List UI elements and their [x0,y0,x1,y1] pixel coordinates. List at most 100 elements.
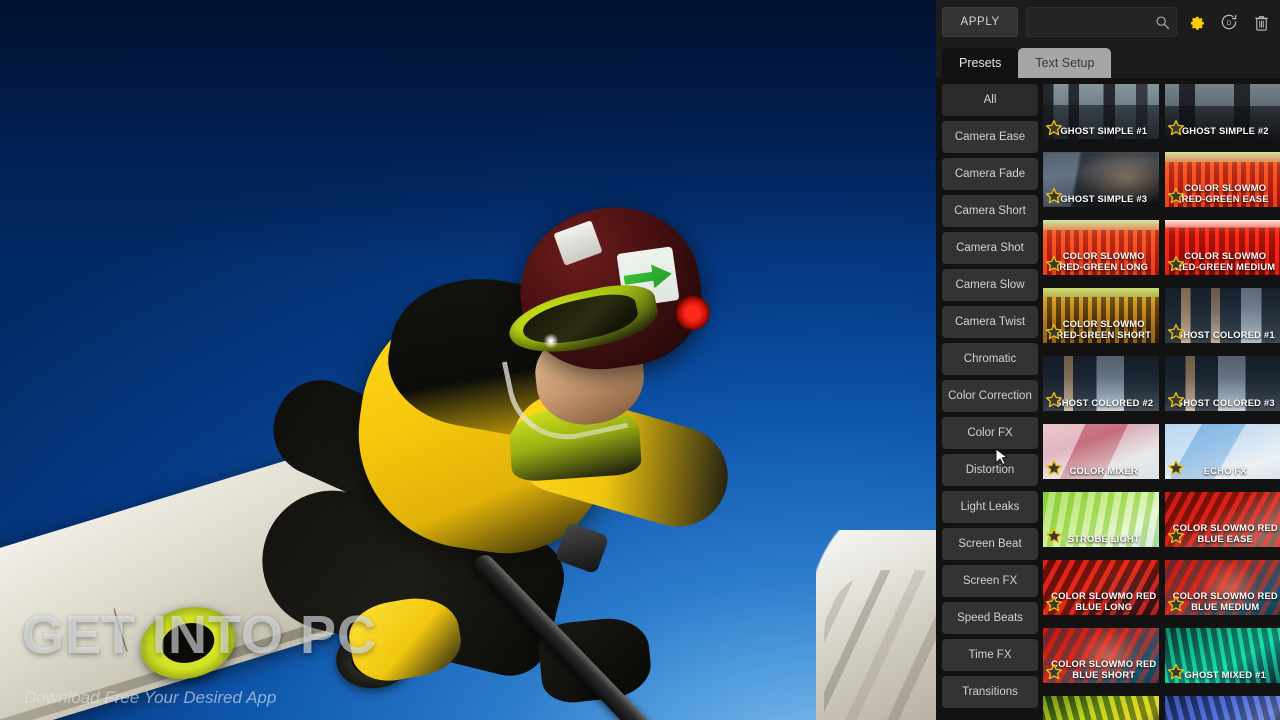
preset-thumbnail[interactable]: GHOST COLORED #1 [1164,288,1280,343]
category-label: Camera Slow [955,279,1025,291]
apply-button[interactable]: APPLY [942,7,1019,37]
favorite-star-icon[interactable] [1045,663,1063,681]
reset-default-icon[interactable]: D [1216,9,1241,35]
preset-label: GHOST COLORED #1 [1175,328,1275,340]
favorite-star-icon[interactable] [1167,595,1185,613]
preset-thumbnail[interactable] [1043,696,1159,720]
favorite-star-icon[interactable] [1045,255,1063,273]
favorite-star-icon[interactable] [1167,391,1185,409]
category-label: Color FX [967,427,1013,439]
favorite-star-icon[interactable] [1167,187,1185,205]
category-label: Light Leaks [960,501,1020,513]
preset-label: COLOR SLOWMO RED BLUE EASE [1172,522,1278,544]
search-field-wrapper[interactable] [1026,7,1177,37]
category-label: Transitions [962,686,1018,698]
preset-label: COLOR SLOWMO RED-GREEN EASE [1181,182,1269,204]
preset-thumbnail[interactable]: ECHO FX [1164,424,1280,479]
preset-thumbnail[interactable]: GHOST SIMPLE #2 [1164,84,1280,139]
category-label: All [983,94,997,106]
search-icon [1156,16,1169,30]
favorite-star-icon[interactable] [1045,187,1063,205]
preset-thumbnail[interactable]: COLOR SLOWMO RED BLUE SHORT [1043,628,1159,683]
tab-presets[interactable]: Presets [942,48,1019,78]
category-item-chromatic[interactable]: Chromatic [942,343,1038,375]
category-label: Time FX [968,649,1012,661]
category-item-screen-fx[interactable]: Screen FX [942,565,1038,597]
category-label: Chromatic [963,353,1017,365]
preset-thumbnail[interactable]: GHOST MIXED #1 [1164,628,1280,683]
preset-label: COLOR SLOWMO RED-GREEN LONG [1059,250,1149,272]
favorite-star-icon[interactable] [1167,255,1185,273]
favorite-star-icon[interactable] [1045,391,1063,409]
category-item-color-fx[interactable]: Color FX [942,417,1038,449]
favorite-star-icon[interactable] [1045,527,1063,545]
search-input[interactable] [1027,8,1176,36]
favorite-star-icon[interactable] [1045,119,1063,137]
preset-thumbnail[interactable]: COLOR SLOWMO RED BLUE LONG [1043,560,1159,615]
category-item-time-fx[interactable]: Time FX [942,639,1038,671]
category-item-camera-slow[interactable]: Camera Slow [942,269,1038,301]
preset-thumbnail[interactable]: GHOST SIMPLE #3 [1043,152,1159,207]
preset-thumbnail[interactable]: COLOR SLOWMO RED BLUE MEDIUM [1164,560,1280,615]
mouse-cursor [995,448,1009,466]
favorite-star-icon[interactable] [1167,323,1185,341]
preset-grid: GHOST SIMPLE #1 GHOST SIMPLE #2 GHOST SIMP… [1043,78,1280,720]
preset-label: GHOST COLORED #3 [1175,396,1275,408]
preset-thumbnail[interactable]: COLOR SLOWMO RED-GREEN SHORT [1043,288,1159,343]
category-list: All Camera Ease Camera Fade Camera Short Cam… [936,78,1043,720]
category-label: Camera Twist [954,316,1026,328]
category-item-camera-shot[interactable]: Camera Shot [942,232,1038,264]
watermark-subtext: Download Free Your Desired App [24,688,277,707]
presets-panel: APPLY D Presets Text Setup All Camera Ea… [936,0,1280,720]
preset-thumbnail-art [1164,696,1280,720]
preset-label: GHOST SIMPLE #2 [1181,124,1269,136]
favorite-star-icon[interactable] [1045,459,1063,477]
preset-thumbnail-art [1043,696,1159,720]
category-item-light-leaks[interactable]: Light Leaks [942,491,1038,523]
category-item-screen-beat[interactable]: Screen Beat [942,528,1038,560]
gear-icon[interactable] [1184,9,1209,35]
preset-label: COLOR SLOWMO RED-GREEN MEDIUM [1175,250,1276,272]
category-item-distortion[interactable]: Distortion [942,454,1038,486]
favorite-star-icon[interactable] [1045,323,1063,341]
preset-thumbnail[interactable]: COLOR SLOWMO RED-GREEN EASE [1164,152,1280,207]
tab-text-setup[interactable]: Text Setup [1018,48,1112,78]
category-item-camera-fade[interactable]: Camera Fade [942,158,1038,190]
trash-icon[interactable] [1249,9,1274,35]
preset-thumbnail[interactable]: COLOR MIXER [1043,424,1159,479]
panel-tabs: Presets Text Setup FAVORITE [936,44,1280,119]
favorite-star-icon[interactable] [1167,459,1185,477]
preset-label: GHOST SIMPLE #3 [1060,192,1148,204]
mountain-peak [816,530,936,720]
category-label: Camera Shot [956,242,1024,254]
category-item-color-correction[interactable]: Color Correction [942,380,1038,412]
category-label: Screen Beat [958,538,1022,550]
preset-thumbnail[interactable]: STROBE LIGHT [1043,492,1159,547]
preset-thumbnail[interactable]: GHOST COLORED #2 [1043,356,1159,411]
category-item-speed-beats[interactable]: Speed Beats [942,602,1038,634]
preset-thumbnail[interactable]: GHOST SIMPLE #1 [1043,84,1159,139]
category-item-camera-short[interactable]: Camera Short [942,195,1038,227]
category-label: Screen FX [962,575,1018,587]
video-preview[interactable]: GET INTO PC Download Free Your Desired A… [0,0,936,720]
category-item-camera-twist[interactable]: Camera Twist [942,306,1038,338]
favorite-star-icon[interactable] [1167,119,1185,137]
watermark-text: GET INTO PC [22,605,378,665]
favorite-star-icon[interactable] [1167,663,1185,681]
favorite-star-icon[interactable] [1045,595,1063,613]
preset-label: ECHO FX [1203,464,1247,476]
preset-label: COLOR SLOWMO RED-GREEN SHORT [1056,318,1152,340]
favorite-star-icon[interactable] [1167,527,1185,545]
preset-thumbnail[interactable]: GHOST COLORED #3 [1164,356,1280,411]
preset-thumbnail[interactable]: COLOR SLOWMO RED-GREEN LONG [1043,220,1159,275]
category-label: Camera Ease [954,131,1026,143]
preset-thumbnail[interactable]: COLOR SLOWMO RED-GREEN MEDIUM [1164,220,1280,275]
category-item-camera-ease[interactable]: Camera Ease [942,121,1038,153]
preset-thumbnail[interactable] [1164,696,1280,720]
category-item-transitions[interactable]: Transitions [942,676,1038,708]
panel-body: All Camera Ease Camera Fade Camera Short Cam… [936,78,1280,720]
preset-thumbnail[interactable]: COLOR SLOWMO RED BLUE EASE [1164,492,1280,547]
preset-label: COLOR SLOWMO RED BLUE LONG [1051,590,1157,612]
category-item-all[interactable]: All [942,84,1038,116]
preset-label: COLOR SLOWMO RED BLUE SHORT [1051,658,1157,680]
